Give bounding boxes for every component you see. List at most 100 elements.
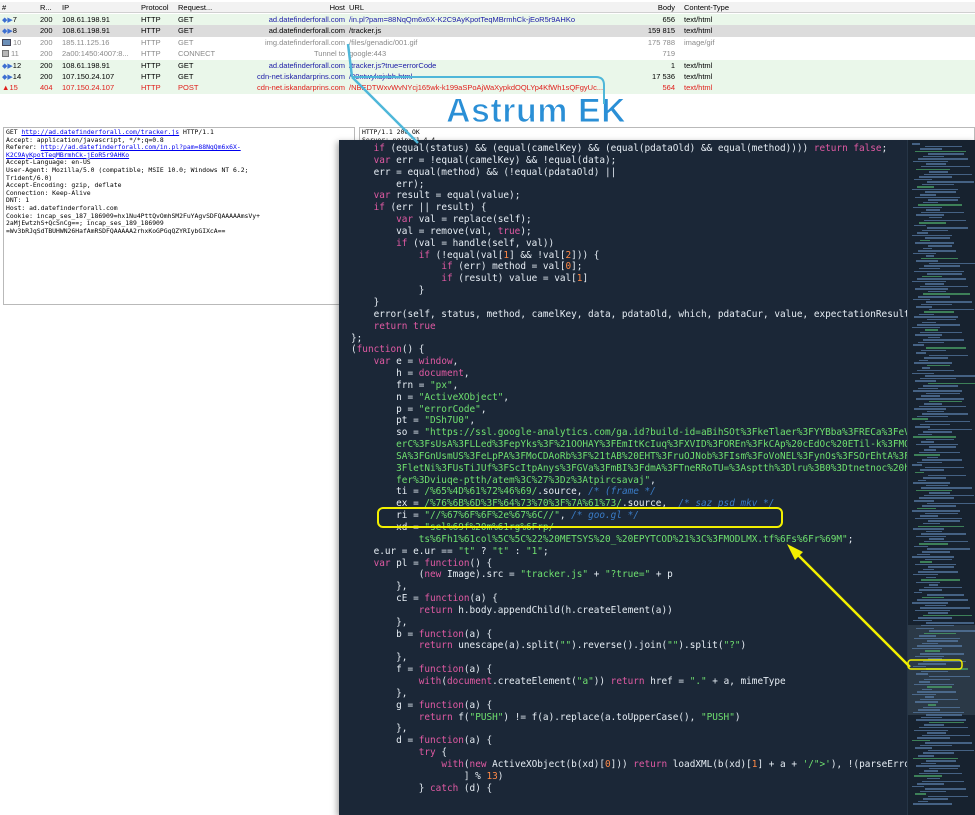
request-url-link[interactable]: http://ad.datefinderforall.com/tracker.j… (21, 128, 179, 136)
minimap-line (915, 655, 944, 658)
minimap-line (928, 612, 948, 614)
minimap-line (926, 392, 960, 395)
column-header-url[interactable]: URL (349, 2, 614, 13)
minimap-line (916, 306, 932, 308)
minimap-line (923, 155, 944, 158)
column-header-protocol[interactable]: Protocol (141, 2, 175, 13)
minimap-line (927, 273, 962, 275)
request-header: Connection: Keep-Alive (6, 188, 91, 197)
code-line: ex = /%76%6B%6D%3F%64%73%70%3F%7A%61%73/… (351, 498, 775, 510)
minimap-line (920, 790, 946, 793)
code-line: } (351, 296, 380, 308)
minimap-line (929, 675, 970, 678)
minimap-line (926, 714, 962, 716)
minimap-line (927, 640, 958, 642)
session-row[interactable]: 10 200 185.11.125.16 HTTP GET img.datefinderf… (0, 37, 975, 48)
minimap-line (914, 316, 958, 318)
minimap-line (928, 245, 952, 247)
minimap-line (917, 645, 962, 647)
minimap-line (918, 479, 926, 482)
minimap-line (912, 143, 920, 145)
minimap-line (916, 352, 926, 354)
minimap-line (913, 482, 950, 484)
minimap-line (927, 548, 970, 550)
minimap-line (922, 734, 970, 737)
minimap-line (920, 607, 970, 609)
minimap-line (921, 165, 970, 168)
minimap-line (914, 775, 942, 777)
minimap-line (914, 683, 954, 686)
session-content-type: text/html (684, 72, 713, 81)
minimap-line (917, 783, 944, 785)
column-header-result[interactable]: R... (40, 2, 60, 13)
code-line: err); (351, 178, 425, 190)
session-result: 200 (40, 49, 53, 59)
minimap-line (925, 191, 956, 193)
code-view: if (equal(status) && (equal(camelKey) &&… (351, 143, 927, 794)
minimap-line (924, 586, 962, 589)
request-inspector[interactable]: GET http://ad.datefinderforall.com/track… (3, 127, 355, 305)
code-editor[interactable]: if (equal(status) && (equal(camelKey) &&… (339, 140, 975, 815)
minimap-line (915, 563, 956, 566)
minimap-line (917, 324, 960, 326)
code-line: b = function(a) { (351, 628, 493, 640)
minimap-line (927, 594, 964, 596)
column-header-number[interactable]: # (2, 2, 36, 13)
minimap-line (923, 293, 970, 295)
minimap-line (923, 614, 972, 617)
session-row[interactable]: ◆▶8 200 108.61.198.91 HTTP GET ad.datefinderf… (0, 25, 975, 37)
code-line: ti = /%65%4D%61%72%46%69/.source, /* (fr… (351, 486, 656, 498)
minimap-line (915, 793, 926, 795)
code-line: ] % 13) (351, 770, 504, 782)
minimap-line (928, 795, 968, 798)
minimap-line (913, 757, 958, 760)
code-minimap[interactable] (907, 140, 975, 815)
minimap-line (912, 785, 924, 788)
minimap-line (919, 222, 946, 224)
session-row[interactable]: ◆▶7 200 108.61.198.91 HTTP GET ad.datefinderf… (0, 14, 975, 26)
minimap-line (914, 545, 928, 548)
session-ip: 2a00:1450:4007:8... (62, 49, 129, 59)
code-line: var result = equal(value); (373, 190, 521, 202)
column-header-host[interactable]: Host (218, 2, 345, 13)
code-line: return true (373, 320, 436, 332)
session-body-size: 719 (662, 49, 675, 59)
minimap-line (925, 237, 950, 239)
minimap-line (925, 604, 946, 607)
code-line: var e = window, (373, 356, 459, 368)
minimap-line (918, 571, 958, 573)
code-line: return unescape(a).split("").reverse().j… (418, 640, 747, 652)
code-line: if (!equal(val[1] && !val[2])) { (418, 249, 600, 261)
code-line: var val = replace(self); (396, 214, 532, 226)
minimap-line (918, 663, 946, 665)
minimap-line (925, 145, 962, 148)
minimap-line (920, 698, 958, 701)
minimap-line (919, 543, 948, 545)
session-list-header: # R... IP Protocol Request... Host URL B… (0, 2, 975, 14)
minimap-line (929, 171, 948, 173)
minimap-line (917, 232, 928, 234)
session-row[interactable]: ◆▶14 200 107.150.24.107 HTTP GET cdn-net.iska… (0, 71, 975, 83)
session-list[interactable]: # R... IP Protocol Request... Host URL B… (0, 0, 975, 100)
column-header-ip[interactable]: IP (62, 2, 138, 13)
session-result: 200 (40, 37, 53, 47)
code-line: var pl = function() { (373, 557, 493, 569)
session-row[interactable]: ◆▶12 200 108.61.198.91 HTTP GET ad.datefinder… (0, 59, 975, 71)
session-url: /files/genadic/001.gif (349, 37, 418, 47)
minimap-line (915, 380, 936, 382)
session-content-type: image/gif (684, 37, 715, 47)
minimap-line (913, 390, 962, 392)
minimap-line (924, 449, 936, 451)
minimap-line (914, 591, 922, 594)
minimap-line (922, 505, 956, 507)
minimap-line (912, 693, 936, 696)
minimap-line (929, 721, 964, 724)
minimap-line (920, 423, 950, 425)
minimap-line (926, 301, 972, 303)
session-row[interactable]: 11 200 2a00:1450:4007:8... HTTP CONNECT Tunne… (0, 48, 975, 59)
minimap-line (919, 681, 930, 683)
column-header-body[interactable]: Body (620, 2, 675, 13)
minimap-line (925, 283, 944, 285)
column-header-content-type[interactable]: Content-Type (684, 2, 764, 13)
minimap-line (912, 280, 946, 283)
